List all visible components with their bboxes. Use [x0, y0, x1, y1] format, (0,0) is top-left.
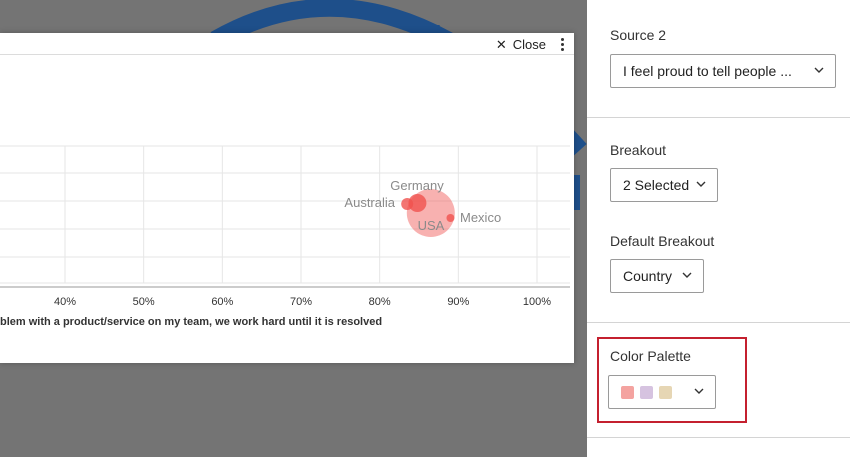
x-tick-label: 60% [211, 296, 233, 308]
x-tick-label: 70% [290, 296, 312, 308]
chevron-down-icon [682, 272, 692, 278]
x-tick-label: 100% [523, 296, 551, 308]
chevron-down-icon [696, 181, 706, 187]
source2-select[interactable]: I feel proud to tell people ... [610, 54, 836, 88]
point-label: Mexico [460, 210, 501, 225]
bubble-mexico [446, 214, 455, 222]
point-label: Australia [344, 195, 395, 210]
bubble-chart: 40% 50% 60% 70% 80% 90% 100% blem with a produc… [0, 145, 570, 328]
breakout-section: Breakout 2 Selected Default Breakout Cou… [587, 118, 850, 323]
point-label: USA [418, 218, 445, 233]
breakout-value: 2 Selected [623, 177, 690, 193]
point-label: Germany [390, 178, 444, 193]
source2-section: Source 2 I feel proud to tell people ... [587, 0, 850, 118]
bubble-germany [408, 194, 427, 212]
x-tick-label: 80% [369, 296, 391, 308]
x-tick-label: 40% [54, 296, 76, 308]
breakout-label: Breakout [610, 142, 667, 158]
x-tick-label: 50% [133, 296, 155, 308]
default-breakout-select[interactable]: Country [610, 259, 704, 293]
x-tick-label: 90% [447, 296, 469, 308]
x-axis-title: blem with a product/service on my team, … [0, 316, 382, 328]
chart-modal: ✕ Close 40% 50% 60% 70% 80% 90% 100% blem with … [0, 33, 574, 363]
chevron-down-icon [814, 67, 824, 73]
default-breakout-value: Country [623, 268, 673, 284]
color-palette-highlight [597, 337, 747, 423]
breakout-select[interactable]: 2 Selected [610, 168, 718, 202]
default-breakout-label: Default Breakout [610, 233, 715, 249]
source2-label: Source 2 [610, 27, 667, 43]
source2-value: I feel proud to tell people ... [623, 63, 792, 79]
